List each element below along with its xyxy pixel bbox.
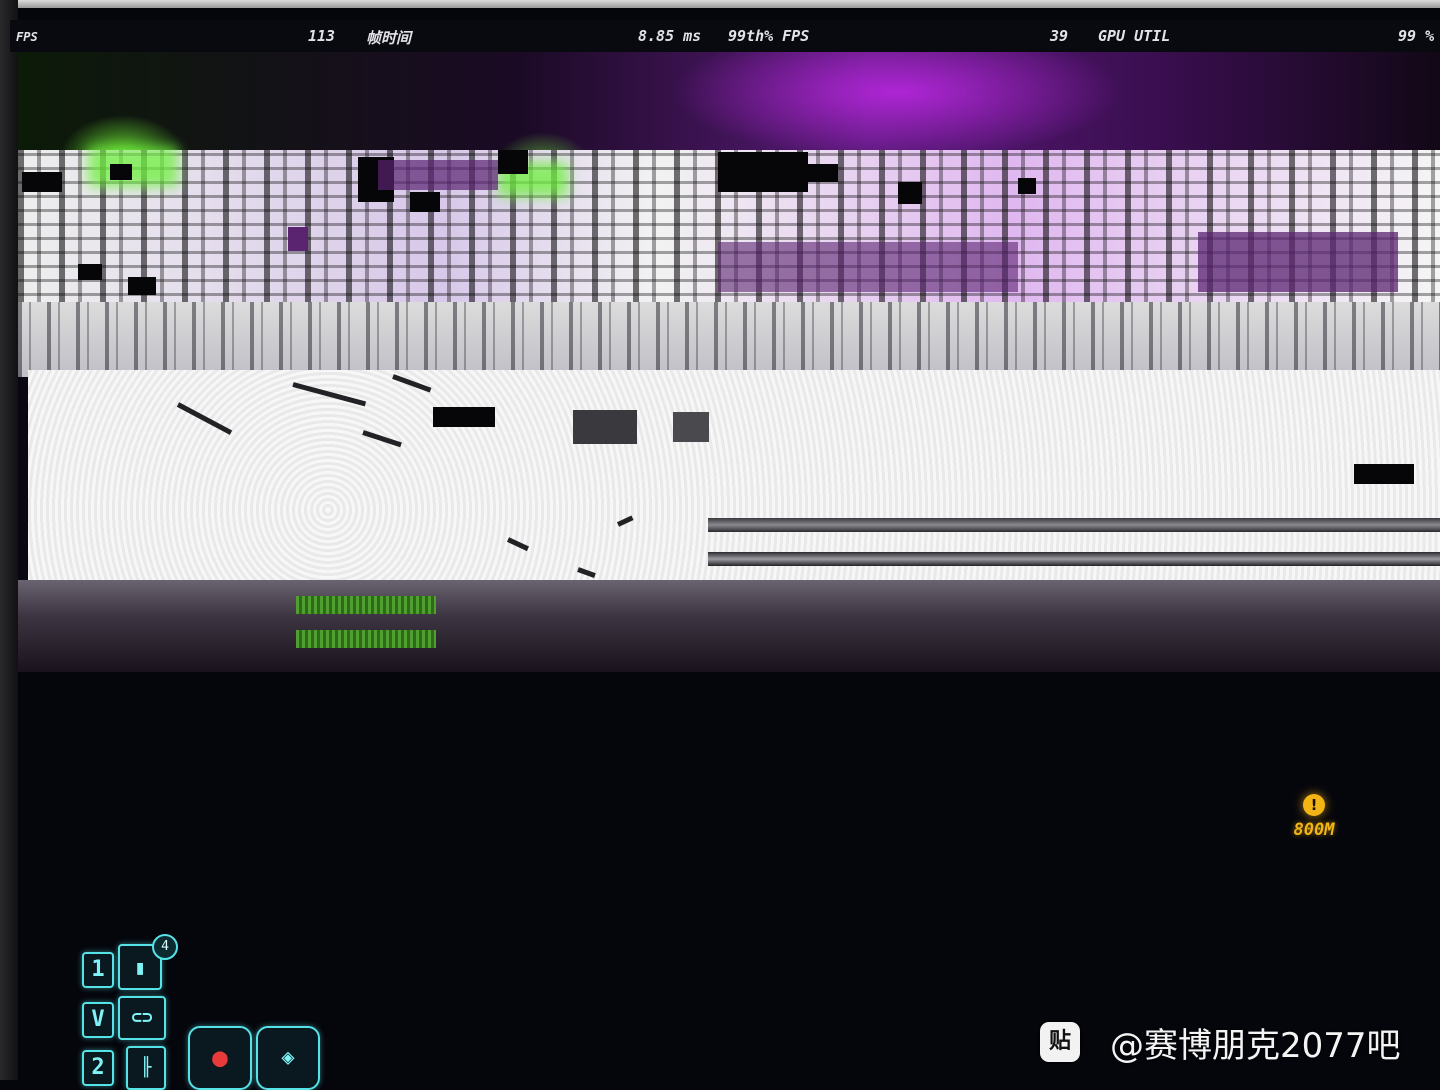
fps-label: FPS <box>16 30 38 44</box>
quickslot-1-count: 4 <box>152 934 178 960</box>
artifact-block <box>718 242 1018 292</box>
gpu-util-label: GPU UTIL <box>1098 27 1171 45</box>
green-neon-glow <box>88 147 178 187</box>
monitor-bezel-left <box>0 0 18 1080</box>
quickslot-2-key: 2 <box>82 1050 114 1086</box>
artifact-block <box>288 227 308 251</box>
white-glitch-plane <box>28 370 1440 580</box>
gpu-util-value: 99 % <box>1398 27 1435 45</box>
health-icon: ● <box>212 1043 228 1073</box>
tieba-logo-icon: 贴 <box>1040 1022 1080 1062</box>
objective-marker: ! 800M <box>1284 794 1344 840</box>
glitched-game-view <box>18 52 1440 672</box>
tieba-watermark: 贴 @赛博朋克2077吧 <box>1040 1018 1401 1066</box>
artifact-block <box>78 264 102 280</box>
artifact-block <box>378 160 498 190</box>
artifact-block <box>433 407 495 427</box>
glitch-rail <box>708 518 1440 532</box>
monitor-bezel-top <box>0 0 1440 8</box>
artifact-block <box>778 164 838 182</box>
grenade-slot: ◈ <box>256 1026 320 1090</box>
artifact-block <box>1198 232 1398 292</box>
vehicle-key: V <box>82 1002 114 1038</box>
artifact-block <box>498 150 528 174</box>
grenade-icon: ◈ <box>281 1045 295 1070</box>
car-icon: ⊂⊃ <box>118 996 166 1040</box>
performance-overlay: FPS 113 帧时间 8.85 ms 99th% FPS 39 GPU UTI… <box>10 20 1440 52</box>
neon-sky <box>18 52 1440 162</box>
frametime-value: 8.85 ms <box>638 27 702 45</box>
objective-distance: 800M <box>1293 820 1335 840</box>
artifact-block <box>1354 464 1414 484</box>
frametime-label: 帧时间 <box>366 29 412 47</box>
green-artifact-strip <box>296 596 436 614</box>
corrupted-midground <box>18 302 1440 377</box>
glitch-rail <box>708 552 1440 566</box>
artifact-block <box>898 182 922 204</box>
weapon-icon: ╟ <box>126 1046 166 1090</box>
dark-ground-band <box>18 580 1440 672</box>
artifact-block <box>673 412 709 442</box>
exclamation-icon: ! <box>1303 794 1325 816</box>
artifact-block <box>128 277 156 295</box>
artifact-block <box>410 192 440 212</box>
p99-fps-value: 39 <box>1050 27 1069 45</box>
fps-value: 113 <box>308 27 336 45</box>
p99-fps-label: 99th% FPS <box>728 27 810 45</box>
watermark-text: @赛博朋克2077吧 <box>1110 1025 1401 1066</box>
artifact-block <box>1018 178 1036 194</box>
artifact-block <box>110 164 132 180</box>
green-artifact-strip <box>296 630 436 648</box>
quickslot-1-key: 1 <box>82 952 114 988</box>
health-item-slot: ● <box>188 1026 252 1090</box>
artifact-block <box>573 410 637 444</box>
artifact-block <box>22 172 62 192</box>
